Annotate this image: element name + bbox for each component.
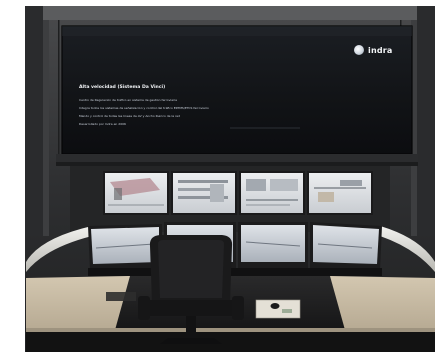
mouse-pad bbox=[255, 299, 301, 319]
indra-logo: indra bbox=[354, 43, 404, 57]
upper-monitor-2 bbox=[173, 173, 235, 213]
slide-line-1: Centro de Regulación de tráfico en siste… bbox=[79, 98, 177, 102]
control-room-photo: indra Alta velocidad (Sistema Da Vinci) … bbox=[0, 0, 439, 352]
lower-monitor-row bbox=[88, 222, 382, 270]
computer-mouse bbox=[270, 303, 280, 309]
slide-content: Alta velocidad (Sistema Da Vinci) Centro… bbox=[79, 85, 349, 131]
indra-logo-mark-icon bbox=[354, 45, 364, 55]
desk-right bbox=[330, 276, 435, 330]
floor bbox=[26, 332, 435, 352]
slide-heading: Alta velocidad (Sistema Da Vinci) bbox=[79, 85, 166, 90]
brand-name: indra bbox=[368, 45, 393, 55]
desk-left bbox=[26, 276, 130, 330]
slide-line-3: Mando y control de todas las líneas de A… bbox=[79, 114, 181, 118]
slide-line-4: Desarrollado por Indra en 2006 bbox=[79, 123, 126, 127]
slide-line-2: Integra todos los sistemas de señalizaci… bbox=[79, 106, 209, 110]
